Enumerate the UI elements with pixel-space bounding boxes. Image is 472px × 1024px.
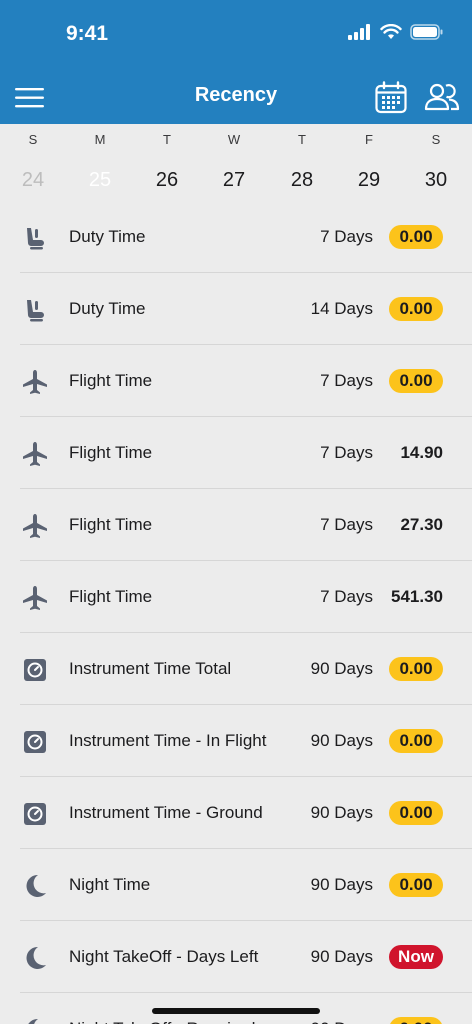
status-badge: 0.00 [389, 369, 443, 393]
date-cell[interactable]: 30 [416, 162, 456, 198]
status-badge: 0.00 [389, 225, 443, 249]
row-label: Flight Time [69, 443, 153, 462]
row-label: Duty Time [69, 299, 146, 318]
recency-row[interactable]: Duty Time 14 Days 0.00 [0, 273, 472, 345]
status-badge: 0.00 [389, 873, 443, 897]
weekday-label: S [431, 132, 441, 147]
date-cell[interactable]: 28 [282, 162, 322, 198]
row-period: 90 Days [310, 803, 373, 822]
recency-row[interactable]: Instrument Time Total 90 Days 0.00 [0, 633, 472, 705]
airplane-icon [20, 511, 50, 541]
signal-icon [348, 24, 370, 40]
wifi-icon [380, 24, 402, 39]
row-label: Flight Time [69, 587, 153, 606]
instrument-icon [20, 727, 50, 757]
weekday-label: S [28, 132, 38, 147]
date-picker-row: 24 25 26 27 28 29 30 [0, 162, 472, 198]
weekday-label: M [94, 132, 106, 147]
status-badge: Now [389, 945, 443, 969]
date-number: 27 [222, 169, 246, 191]
status-badge: 0.00 [389, 729, 443, 753]
seat-icon [20, 295, 50, 325]
recency-row[interactable]: Flight Time 7 Days 14.90 [0, 417, 472, 489]
weekday-labels: SMTWTFS [0, 132, 472, 162]
recency-list: Duty Time 7 Days 0.00 Duty Time 14 Days 0.00 F… [0, 201, 472, 1024]
row-period: 7 Days [320, 515, 373, 534]
date-number: 30 [424, 169, 448, 191]
date-selected[interactable]: 25 [80, 162, 120, 198]
row-label: Night TakeOff - Days Left [69, 947, 259, 966]
weekday-label: W [227, 132, 241, 147]
instrument-icon [20, 655, 50, 685]
recency-row[interactable]: Instrument Time - Ground 90 Days 0.00 [0, 777, 472, 849]
status-badge: 0.00 [389, 801, 443, 825]
row-period: 90 Days [310, 659, 373, 678]
instrument-icon [20, 799, 50, 829]
row-period: 90 Days [310, 875, 373, 894]
row-label: Instrument Time - In Flight [69, 731, 267, 750]
crew-button[interactable] [424, 82, 460, 114]
airplane-icon [20, 583, 50, 613]
moon-icon [20, 871, 50, 901]
weekday-label: T [298, 132, 306, 147]
status-icons [348, 24, 444, 40]
weekday-label: F [365, 132, 373, 147]
recency-row[interactable]: Night TakeOff - Days Left 90 Days Now [0, 921, 472, 993]
app-header: 9:41 Recency [0, 0, 472, 124]
row-label: Night TakeOff - Required [69, 1019, 255, 1024]
status-time: 9:41 [66, 22, 109, 45]
date-cell[interactable]: 26 [147, 162, 187, 198]
row-label: Instrument Time - Ground [69, 803, 263, 822]
calendar-button[interactable] [374, 81, 408, 115]
row-value: 541.30 [391, 587, 443, 606]
week-strip: S M T W T F S 24 25 26 27 28 29 30 [0, 124, 472, 202]
row-label: Flight Time [69, 371, 153, 390]
row-period: 90 Days [310, 947, 373, 966]
date-cell[interactable]: 24 [13, 162, 53, 198]
moon-icon [20, 1015, 50, 1024]
recency-row[interactable]: Flight Time 7 Days 541.30 [0, 561, 472, 633]
row-period: 90 Days [311, 1019, 373, 1024]
moon-icon [20, 943, 50, 973]
date-number: 28 [290, 169, 314, 191]
recency-row[interactable]: Flight Time 7 Days 0.00 [0, 345, 472, 417]
status-badge: 0.00 [389, 657, 443, 681]
row-period: 7 Days [320, 443, 373, 462]
row-period: 90 Days [310, 731, 373, 750]
row-label: Instrument Time Total [69, 659, 232, 678]
row-period: 7 Days [320, 227, 373, 246]
row-period: 14 Days [310, 299, 373, 318]
recency-row[interactable]: Flight Time 7 Days 27.30 [0, 489, 472, 561]
date-number: 24 [21, 169, 45, 191]
recency-row[interactable]: Instrument Time - In Flight 90 Days 0.00 [0, 705, 472, 777]
date-number: 25 [88, 169, 112, 191]
airplane-icon [20, 439, 50, 469]
seat-icon [20, 223, 50, 253]
row-period: 7 Days [320, 371, 373, 390]
recency-row[interactable]: Night Time 90 Days 0.00 [0, 849, 472, 921]
row-label: Night Time [69, 875, 151, 894]
status-badge: 0.00 [389, 1017, 443, 1024]
battery-icon [410, 24, 443, 40]
date-cell[interactable]: 29 [349, 162, 389, 198]
row-value: 27.30 [400, 515, 443, 534]
row-value: 14.90 [400, 443, 443, 462]
status-badge: 0.00 [389, 297, 443, 321]
row-period: 7 Days [320, 587, 373, 606]
row-label: Duty Time [69, 227, 146, 246]
date-number: 29 [357, 169, 381, 191]
date-cell[interactable]: 27 [214, 162, 254, 198]
row-label: Flight Time [69, 515, 153, 534]
home-indicator [152, 1008, 320, 1014]
date-number: 26 [155, 169, 179, 191]
airplane-icon [20, 367, 50, 397]
calendar-icon [375, 81, 407, 114]
recency-row[interactable]: Duty Time 7 Days 0.00 [0, 201, 472, 273]
people-icon [424, 83, 460, 111]
weekday-label: T [163, 132, 171, 147]
